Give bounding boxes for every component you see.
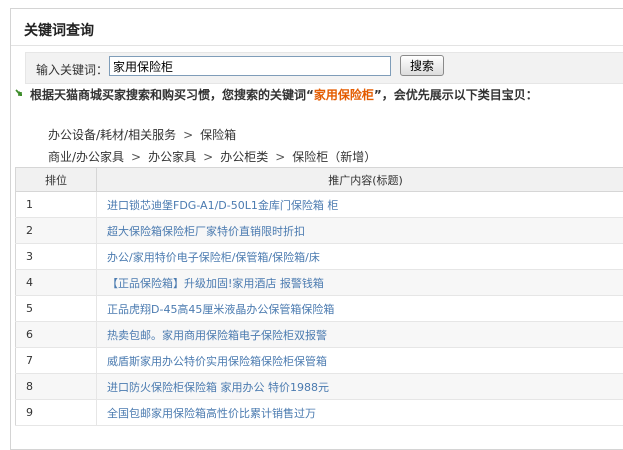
table-row: 7 威盾斯家用办公特价实用保险箱保险柜保管箱 (16, 348, 623, 374)
category-item: 办公家具 (148, 150, 196, 164)
rank-cell: 2 (16, 218, 97, 244)
table-row: 6 热卖包邮。家用商用保险箱电子保险柜双报警 (16, 322, 623, 348)
title-column-header: 推广内容(标题) (97, 168, 623, 192)
item-title-link[interactable]: 正品虎翔D-45高45厘米液晶办公保管箱保险箱 (107, 303, 334, 316)
rank-cell: 3 (16, 244, 97, 270)
category-separator: > (275, 150, 285, 164)
table-row: 4 【正品保险箱】升级加固!家用酒店 报警钱箱 (16, 270, 623, 296)
item-title-link[interactable]: 超大保险箱保险柜厂家特价直销限时折扣 (107, 225, 305, 238)
item-title-link[interactable]: 进口锁芯迪堡FDG-A1/D-50L1金库门保险箱 柜 (107, 199, 338, 212)
table-row: 1 进口锁芯迪堡FDG-A1/D-50L1金库门保险箱 柜 (16, 192, 623, 218)
title-cell: 办公/家用特价电子保险柜/保管箱/保险箱/床 (97, 244, 623, 270)
table-row: 8 进口防火保险柜保险箱 家用办公 特价1988元 (16, 374, 623, 400)
title-cell: 超大保险箱保险柜厂家特价直销限时折扣 (97, 218, 623, 244)
notice-suffix: ”，会优先展示以下类目宝贝： (374, 88, 538, 102)
rank-cell: 1 (16, 192, 97, 218)
title-cell: 正品虎翔D-45高45厘米液晶办公保管箱保险箱 (97, 296, 623, 322)
table-header-row: 排位 推广内容(标题) (16, 168, 623, 192)
notice-text: 根据天猫商城买家搜索和购买习惯，您搜索的关键词“家用保险柜”，会优先展示以下类目… (30, 86, 538, 103)
category-separator: > (131, 150, 141, 164)
item-title-link[interactable]: 进口防火保险柜保险箱 家用办公 特价1988元 (107, 381, 329, 394)
category-path-2: 商业/办公家具 > 办公家具 > 办公柜类 > 保险柜（新增） (48, 148, 376, 165)
search-button[interactable]: 搜索 (400, 55, 444, 76)
rank-column-header: 排位 (16, 168, 97, 192)
search-label: 输入关键词： (36, 61, 108, 78)
title-cell: 热卖包邮。家用商用保险箱电子保险柜双报警 (97, 322, 623, 348)
category-item: 保险箱 (200, 128, 236, 142)
title-cell: 【正品保险箱】升级加固!家用酒店 报警钱箱 (97, 270, 623, 296)
table-row: 5 正品虎翔D-45高45厘米液晶办公保管箱保险箱 (16, 296, 623, 322)
category-item: 办公设备/耗材/相关服务 (48, 128, 176, 142)
item-title-link[interactable]: 【正品保险箱】升级加固!家用酒店 报警钱箱 (107, 277, 324, 290)
category-item: 商业/办公家具 (48, 150, 124, 164)
search-bar: 输入关键词： 搜索 (25, 52, 623, 84)
green-arrow-icon (14, 88, 24, 98)
notice-keyword: 家用保险柜 (314, 88, 374, 102)
rank-cell: 7 (16, 348, 97, 374)
page-title: 关键词查询 (24, 20, 94, 40)
title-cell: 全国包邮家用保险箱高性价比累计销售过万 (97, 400, 623, 426)
title-cell: 威盾斯家用办公特价实用保险箱保险柜保管箱 (97, 348, 623, 374)
table-row: 3 办公/家用特价电子保险柜/保管箱/保险箱/床 (16, 244, 623, 270)
rank-cell: 9 (16, 400, 97, 426)
rank-cell: 5 (16, 296, 97, 322)
category-item: 办公柜类 (220, 150, 268, 164)
item-title-link[interactable]: 威盾斯家用办公特价实用保险箱保险柜保管箱 (107, 355, 327, 368)
rank-cell: 6 (16, 322, 97, 348)
table-row: 9 全国包邮家用保险箱高性价比累计销售过万 (16, 400, 623, 426)
rank-cell: 8 (16, 374, 97, 400)
category-path-1: 办公设备/耗材/相关服务 > 保险箱 (48, 126, 236, 143)
ranking-table: 排位 推广内容(标题) 1 进口锁芯迪堡FDG-A1/D-50L1金库门保险箱 柜… (15, 167, 623, 426)
item-title-link[interactable]: 全国包邮家用保险箱高性价比累计销售过万 (107, 407, 316, 420)
category-separator: > (203, 150, 213, 164)
title-divider (11, 45, 623, 46)
rank-cell: 4 (16, 270, 97, 296)
item-title-link[interactable]: 热卖包邮。家用商用保险箱电子保险柜双报警 (107, 329, 327, 342)
notice-prefix: 根据天猫商城买家搜索和购买习惯，您搜索的关键词“ (30, 88, 314, 102)
title-cell: 进口锁芯迪堡FDG-A1/D-50L1金库门保险箱 柜 (97, 192, 623, 218)
title-cell: 进口防火保险柜保险箱 家用办公 特价1988元 (97, 374, 623, 400)
category-separator: > (183, 128, 193, 142)
item-title-link[interactable]: 办公/家用特价电子保险柜/保管箱/保险箱/床 (107, 251, 320, 264)
keyword-search-input[interactable] (109, 56, 391, 76)
notice: 根据天猫商城买家搜索和购买习惯，您搜索的关键词“家用保险柜”，会优先展示以下类目… (14, 86, 623, 104)
category-item: 保险柜（新增） (292, 150, 376, 164)
table-row: 2 超大保险箱保险柜厂家特价直销限时折扣 (16, 218, 623, 244)
